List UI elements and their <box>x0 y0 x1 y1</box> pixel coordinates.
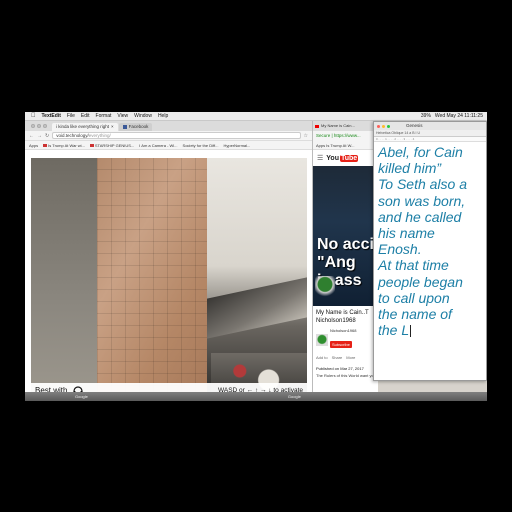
tab-facebook[interactable]: Facebook <box>118 123 153 131</box>
document-text-area[interactable]: Abel, for Cain killed him” To Seth also … <box>374 142 486 338</box>
youtube-video-info: My Name is Cain..T Nicholson1968 Nichols… <box>313 306 401 381</box>
bookmark-item[interactable]: I Am a Camera - Wi... <box>139 143 177 148</box>
menubar-clock[interactable]: Wed May 24 11:11:25 <box>435 112 483 121</box>
menu-window[interactable]: Window <box>134 112 152 121</box>
video-title[interactable]: My Name is Cain..T <box>316 309 376 317</box>
zoom-window-button[interactable] <box>43 124 47 128</box>
dock-item[interactable]: Google <box>75 392 88 401</box>
minimize-window-button[interactable] <box>37 124 41 128</box>
tab-void-technology[interactable]: i kinda like everything right × <box>52 123 118 131</box>
menu-file[interactable]: File <box>67 112 75 121</box>
document-text: Abel, for Cain killed him” To Seth also … <box>378 144 467 339</box>
video-description: The Rulers of this World want you to bel… <box>316 373 401 378</box>
channel-row: Nicholson1968 Subscribe <box>316 328 376 351</box>
facebook-icon <box>122 125 127 129</box>
share-button[interactable]: Share <box>332 355 343 360</box>
dock-bar: Google Google <box>25 392 487 401</box>
video-actions: Add to Share More <box>316 355 376 360</box>
bookmark-item[interactable]: HyperNormal... <box>223 143 250 148</box>
bookmarks-bar: Apps Is Trump At War wi... STARSHIP GENI… <box>25 141 312 150</box>
close-tab-icon[interactable]: × <box>111 123 114 131</box>
textedit-titlebar: Genesis <box>374 122 486 130</box>
youtube-logo[interactable]: You Tube <box>326 154 359 162</box>
tab-label: i kinda like everything right <box>56 124 110 129</box>
close-window-button[interactable] <box>377 124 380 128</box>
youtube-tab-label[interactable]: My Name is Cain... <box>321 121 355 131</box>
menubar-status: 39% Wed May 24 11:11:25 <box>421 112 487 121</box>
battery-percent[interactable]: 39% <box>421 112 431 121</box>
back-icon[interactable]: ← <box>29 133 34 139</box>
bookmark-item[interactable]: Society for the Diff... <box>183 143 219 148</box>
video-figure <box>315 276 335 300</box>
hamburger-menu-icon[interactable]: ☰ <box>317 154 323 162</box>
youtube-header: ☰ You Tube <box>313 150 378 166</box>
window-controls <box>31 121 47 131</box>
youtube-tabbar: My Name is Cain... <box>313 121 378 131</box>
published-date: Published on Mar 27, 2017 <box>316 366 364 371</box>
textedit-window: Genesis Helvetica Oblique 14 a B I U 0 .… <box>373 121 487 381</box>
bookmark-favicon-icon <box>89 143 94 147</box>
bookmark-apps[interactable]: Apps <box>29 143 38 148</box>
channel-name-small[interactable]: Nicholson1968 <box>330 328 356 333</box>
star-icon[interactable]: ☆ <box>304 133 308 139</box>
video-channel-name[interactable]: Nicholson1968 <box>316 317 376 325</box>
url-input[interactable]: void.technology/everything/ <box>52 132 301 139</box>
minimize-window-button[interactable] <box>382 124 385 128</box>
format-toolbar[interactable]: Helvetica Oblique 14 a B I U <box>374 130 486 137</box>
youtube-browser-window: My Name is Cain... Secure | https://www.… <box>312 121 401 401</box>
video-left-shadow <box>31 158 97 398</box>
reload-icon[interactable]: ↻ <box>45 133 49 139</box>
add-to-button[interactable]: Add to <box>316 355 328 360</box>
youtube-bookmarks-bar: Apps Is Trump At W... <box>313 141 378 150</box>
url-host: void.technology/ <box>56 133 89 138</box>
page-content: Best with WASD or ← ↑ → ↓ to activate <box>25 150 312 401</box>
menu-edit[interactable]: Edit <box>81 112 90 121</box>
tab-label: Facebook <box>128 124 149 129</box>
subscribe-button[interactable]: Subscribe <box>330 341 352 348</box>
menu-format[interactable]: Format <box>96 112 112 121</box>
more-button[interactable]: More <box>346 355 355 360</box>
bookmark-favicon-icon <box>43 143 48 147</box>
menu-app-name[interactable]: TextEdit <box>42 112 61 121</box>
forward-icon[interactable]: → <box>37 133 42 139</box>
browser-window-main: i kinda like everything right × Facebook… <box>25 121 312 401</box>
bookmark-item[interactable]: Is Trump At War wi... <box>43 143 85 148</box>
zoom-window-button[interactable] <box>387 124 390 128</box>
url-path: everything/ <box>88 133 111 138</box>
bookmark-item[interactable]: STARSHIP GENIUS... <box>89 143 134 148</box>
address-bar-row: ← → ↻ void.technology/everything/ ☆ <box>25 131 312 141</box>
desktop-screen:  TextEdit File Edit Format View Window … <box>25 112 487 401</box>
channel-avatar[interactable] <box>316 333 328 346</box>
apple-icon[interactable]:  <box>31 112 36 121</box>
youtube-video-player[interactable]: No acci "Ang is ass <box>313 166 379 306</box>
menu-view[interactable]: View <box>117 112 128 121</box>
youtube-address-bar[interactable]: Secure | https://www... <box>313 131 378 141</box>
panorama-video[interactable] <box>31 158 307 398</box>
mac-menubar:  TextEdit File Edit Format View Window … <box>25 112 487 121</box>
document-title: Genesis <box>406 123 423 128</box>
video-brick-pillar <box>97 158 207 398</box>
browser-tabbar: i kinda like everything right × Facebook <box>25 121 312 131</box>
youtube-favicon-icon <box>315 124 319 128</box>
text-caret <box>410 325 412 338</box>
close-window-button[interactable] <box>31 124 35 128</box>
dock-item[interactable]: Google <box>288 392 301 401</box>
menu-help[interactable]: Help <box>158 112 168 121</box>
